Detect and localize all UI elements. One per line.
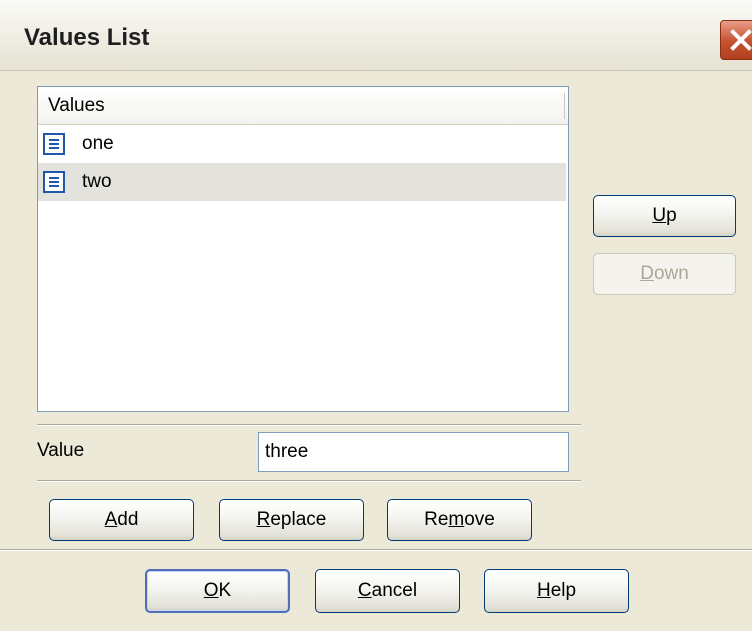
remove-button[interactable]: Re m ove [387, 499, 532, 541]
replace-button[interactable]: Replace [219, 499, 364, 541]
divider [0, 549, 752, 551]
divider [37, 424, 581, 426]
ok-button[interactable]: OK [145, 569, 290, 613]
down-button[interactable]: Down [593, 253, 736, 295]
list-item-icon [43, 171, 65, 193]
value-input[interactable] [258, 432, 569, 472]
ok-mnemonic: O [203, 580, 219, 601]
list-item[interactable]: one [38, 125, 566, 163]
list-item-label: two [82, 171, 112, 192]
up-label-rest: p [666, 205, 677, 226]
title-bar[interactable]: Values List [0, 0, 752, 71]
replace-label-rest: eplace [270, 509, 327, 530]
remove-label-rest: ove [464, 509, 495, 530]
down-mnemonic: D [640, 263, 654, 284]
list-item-label: one [82, 133, 114, 154]
cancel-mnemonic: C [357, 580, 372, 601]
up-mnemonic: U [652, 205, 667, 226]
values-listbox[interactable]: Values one two [37, 86, 569, 412]
cancel-label-rest: ancel [371, 580, 418, 601]
help-label-rest: elp [550, 580, 577, 601]
help-button[interactable]: Help [484, 569, 629, 613]
list-item[interactable]: two [38, 163, 566, 201]
add-label-rest: dd [117, 509, 139, 530]
add-button[interactable]: Add [49, 499, 194, 541]
list-item-icon [43, 133, 65, 155]
values-list-dialog: Values List Values one two Up Down Value… [0, 0, 752, 631]
down-label-rest: own [653, 263, 689, 284]
value-label: Value [37, 440, 85, 461]
divider [37, 480, 581, 482]
column-header-label: Values [48, 95, 105, 116]
close-icon [730, 29, 752, 51]
column-separator[interactable] [564, 93, 568, 119]
ok-label-rest: K [218, 580, 232, 601]
replace-mnemonic: R [256, 509, 271, 530]
cancel-button[interactable]: Cancel [315, 569, 460, 613]
remove-label-pre: Re [424, 509, 449, 530]
help-mnemonic: H [536, 580, 551, 601]
add-mnemonic: A [104, 509, 118, 530]
up-button[interactable]: Up [593, 195, 736, 237]
remove-mnemonic: m [448, 509, 465, 530]
column-header-values[interactable]: Values [38, 87, 568, 125]
window-title: Values List [24, 24, 150, 51]
close-button[interactable] [720, 20, 752, 60]
